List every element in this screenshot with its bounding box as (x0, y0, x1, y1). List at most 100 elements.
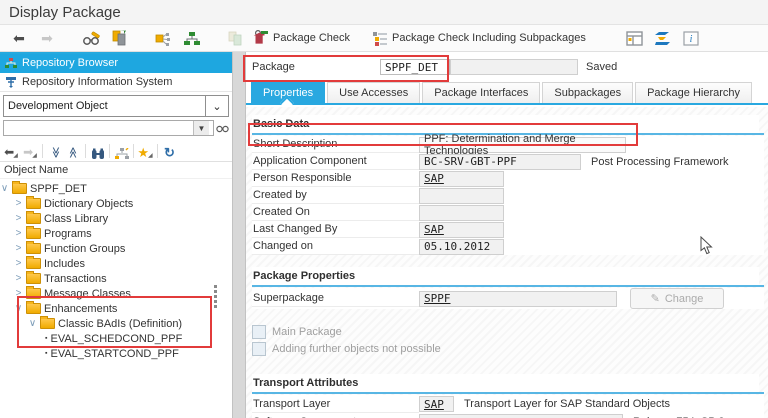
field-label: Application Component (252, 153, 419, 170)
checkbox-icon[interactable] (252, 342, 266, 356)
back-button[interactable]: ⬅ (6, 27, 32, 49)
software-component-field[interactable]: SAP_BASIS (419, 414, 623, 418)
expander-closed-icon[interactable]: > (14, 288, 23, 299)
expander-closed-icon[interactable]: > (14, 273, 23, 284)
tree-node-dictionary-objects[interactable]: > Dictionary Objects (0, 196, 232, 211)
expander-closed-icon[interactable]: > (14, 258, 23, 269)
folder-icon (26, 226, 41, 239)
tree-node-label: EVAL_SCHEDCOND_PPF (50, 332, 183, 345)
form-row-last-changed-by: Last Changed By SAP (252, 221, 764, 238)
panel-splitter[interactable] (214, 52, 246, 418)
display-hierarchy-button[interactable] (112, 142, 131, 160)
tab-strip: Properties Use Accesses Package Interfac… (246, 82, 768, 103)
title-bar: Display Package (0, 0, 768, 25)
pencil-icon: ✎ (650, 293, 660, 305)
where-used-icon (155, 32, 170, 46)
expander-closed-icon[interactable]: > (14, 228, 23, 239)
section-underline (252, 285, 764, 287)
field-label: Person Responsible (252, 170, 419, 187)
expand-all-button[interactable]: ≫ (64, 142, 83, 160)
layout-button[interactable] (622, 27, 648, 49)
collapse-all-button[interactable]: ≫ (45, 142, 64, 160)
back-arrow-icon: ⬅ (13, 30, 25, 46)
package-detail-panel: Package SPPF_DET Saved Properties Use Ac… (246, 52, 768, 418)
no-further-objects-checkbox-label: Adding further objects not possible (272, 343, 441, 355)
tab-subpackages[interactable]: Subpackages (542, 82, 634, 103)
forward-button[interactable]: ➡ (34, 27, 60, 49)
transport-layer-field[interactable]: SAP (419, 396, 454, 412)
tree-node-eval-schedcond-ppf[interactable]: ▪ EVAL_SCHEDCOND_PPF (0, 331, 232, 346)
checkbox-icon[interactable] (252, 325, 266, 339)
where-used-button[interactable] (150, 27, 176, 49)
tree-node-message-classes[interactable]: > Message Classes (0, 286, 232, 301)
superpackage-field[interactable]: SPPF (419, 290, 617, 307)
info-button[interactable]: i (678, 27, 704, 49)
tree-node-programs[interactable]: > Programs (0, 226, 232, 241)
object-search-input[interactable]: ▼ (3, 120, 214, 136)
object-type-select[interactable]: Development Object ⌄ (3, 95, 229, 117)
tab-package-hierarchy[interactable]: Package Hierarchy (635, 82, 753, 103)
package-check-button[interactable]: Package Check (250, 27, 352, 49)
created-by-field[interactable] (419, 187, 504, 204)
expander-closed-icon[interactable]: > (14, 213, 23, 224)
changed-on-field[interactable]: 05.10.2012 (419, 238, 504, 255)
sidebar-item-repository-browser[interactable]: Repository Browser (0, 54, 232, 73)
application-component-field[interactable]: BC-SRV-GBT-PPF (419, 153, 581, 170)
tree-node-classic-badis[interactable]: ∨ Classic BAdIs (Definition) (0, 316, 232, 331)
package-name-field[interactable]: SPPF_DET (380, 59, 450, 75)
form-row-changed-on: Changed on 05.10.2012 (252, 238, 764, 255)
refresh-icon: ↻ (164, 144, 175, 160)
tree-node-label: Dictionary Objects (44, 197, 134, 210)
created-on-field[interactable] (419, 204, 504, 221)
folder-icon (26, 211, 41, 224)
tree-toolbar: ⬅ ◢ ➡ ◢ ≫ ≫ ★ ◢ ↻ (0, 140, 232, 162)
person-responsible-field[interactable]: SAP (419, 170, 504, 187)
favorites-button[interactable]: ★ ◢ (136, 142, 155, 160)
tree-forward-button[interactable]: ➡ ◢ (21, 142, 40, 160)
tree-node-label: Class Library (44, 212, 109, 225)
tree-node-class-library[interactable]: > Class Library (0, 211, 232, 226)
copy-icon (112, 30, 126, 46)
last-changed-by-field[interactable]: SAP (419, 221, 504, 238)
main-toolbar: ⬅ ➡ Package Check Package Check Includin… (0, 25, 768, 52)
tree-node-function-groups[interactable]: > Function Groups (0, 241, 232, 256)
field-label: Software Component (252, 414, 419, 418)
tree-node-eval-startcond-ppf[interactable]: ▪ EVAL_STARTCOND_PPF (0, 346, 232, 361)
display-change-button[interactable] (78, 27, 104, 49)
tab-use-accesses[interactable]: Use Accesses (327, 82, 421, 103)
expander-open-icon[interactable]: ∨ (28, 318, 37, 329)
inactive-copy-button[interactable] (222, 27, 248, 49)
form-row-software-component: Software Component SAP_BASIS Release 754… (252, 413, 764, 418)
package-check-subpackages-button[interactable]: Package Check Including Subpackages (370, 27, 588, 49)
package-header-row: Package SPPF_DET Saved (246, 52, 768, 82)
section-title-package-properties: Package Properties (252, 267, 759, 285)
no-further-objects-checkbox-row: Adding further objects not possible (252, 341, 768, 357)
tree-node-sppf-det[interactable]: ∨ SPPF_DET (0, 181, 232, 196)
field-label: Created by (252, 187, 419, 204)
object-list-button[interactable] (178, 27, 204, 49)
tab-package-interfaces[interactable]: Package Interfaces (422, 82, 541, 103)
short-description-field[interactable]: PPF: Determination and Merge Technologie… (419, 133, 626, 157)
sort-layers-button[interactable] (650, 27, 676, 49)
package-secondary-field[interactable] (450, 59, 578, 75)
tree-back-button[interactable]: ⬅ ◢ (2, 142, 21, 160)
find-button[interactable] (88, 142, 107, 160)
refresh-button[interactable]: ↻ (160, 142, 179, 160)
tree-node-label: Transactions (44, 272, 107, 285)
search-glasses-icon[interactable] (216, 123, 229, 134)
transport-layer-description: Transport Layer for SAP Standard Objects (464, 398, 671, 410)
form-row-short-description: Short Description PPF: Determination and… (252, 133, 764, 157)
splitter-handle[interactable] (214, 285, 217, 308)
tree-node-enhancements[interactable]: ∨ Enhancements (0, 301, 232, 316)
copy-button[interactable] (106, 27, 132, 49)
expander-closed-icon[interactable]: > (14, 243, 23, 254)
folder-icon (26, 196, 41, 209)
dropdown-arrow-icon[interactable]: ▼ (193, 121, 209, 135)
change-button[interactable]: ✎ Change (630, 288, 724, 309)
expander-open-icon[interactable]: ∨ (14, 303, 23, 314)
sidebar-item-repository-info-system[interactable]: Repository Information System (0, 73, 232, 92)
expander-closed-icon[interactable]: > (14, 198, 23, 209)
expander-open-icon[interactable]: ∨ (0, 183, 9, 194)
tree-node-includes[interactable]: > Includes (0, 256, 232, 271)
tree-node-transactions[interactable]: > Transactions (0, 271, 232, 286)
